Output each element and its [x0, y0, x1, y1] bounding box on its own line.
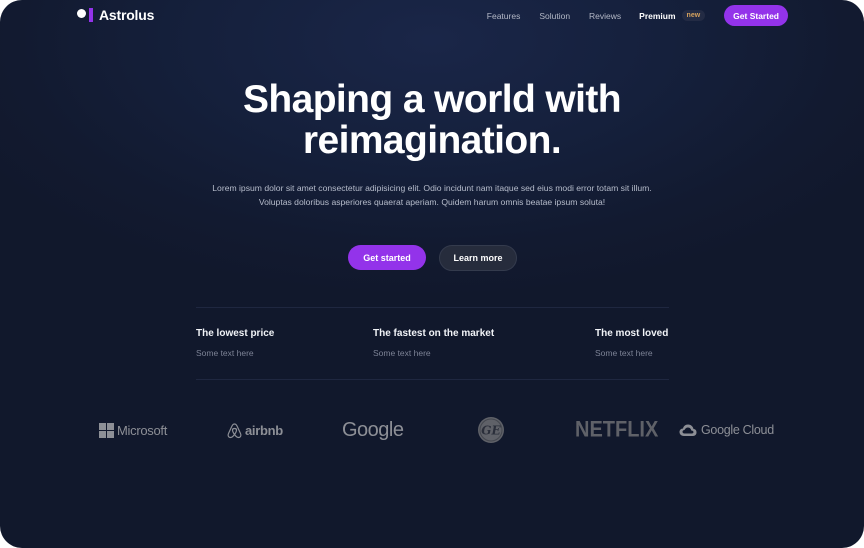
get-started-nav-button[interactable]: Get Started: [724, 5, 788, 26]
google-label: Google: [342, 418, 404, 441]
logo-dot-icon: [77, 8, 86, 18]
feature-item: The most loved Some text here: [595, 328, 668, 358]
feature-title: The most loved: [595, 328, 669, 339]
logo-bar-icon: [89, 8, 93, 22]
top-nav: Features Solution Reviews Premium new Ge…: [468, 5, 788, 26]
airbnb-logo: airbnb: [227, 415, 283, 445]
ge-logo: GE: [477, 415, 505, 445]
nav-link-features[interactable]: Features: [487, 11, 521, 21]
hero-subtitle: Lorem ipsum dolor sit amet consectetur a…: [212, 183, 652, 207]
nav-link-reviews[interactable]: Reviews: [589, 11, 621, 21]
hero-title: Shaping a world with reimagination.: [0, 79, 864, 161]
ge-icon: GE: [478, 417, 504, 443]
landing-page: Astrolus Features Solution Reviews Premi…: [0, 0, 864, 548]
nav-link-premium[interactable]: Premium: [639, 11, 675, 21]
google-logo: Google: [342, 415, 404, 445]
divider-top: [196, 307, 669, 308]
feature-title: The lowest price: [196, 328, 275, 339]
feature-title: The fastest on the market: [373, 328, 495, 339]
hero-actions: Get started Learn more: [348, 245, 517, 271]
netflix-label: NETFLIX: [575, 417, 659, 442]
google-cloud-logo: Google Cloud: [679, 415, 774, 445]
get-started-button[interactable]: Get started: [348, 245, 426, 270]
learn-more-button[interactable]: Learn more: [439, 245, 517, 271]
cloud-icon: [679, 424, 697, 436]
hero-title-line2: reimagination.: [302, 119, 562, 162]
new-badge: new: [681, 10, 706, 21]
airbnb-icon: [227, 422, 242, 438]
svg-text:GE: GE: [481, 424, 501, 438]
hero-title-line1: Shaping a world with: [242, 78, 622, 121]
brand-name: Astrolus: [99, 7, 155, 23]
microsoft-icon: [99, 422, 114, 438]
nav-link-solution[interactable]: Solution: [539, 11, 570, 21]
google-cloud-label: Google Cloud: [701, 423, 774, 437]
feature-item: The lowest price Some text here: [196, 328, 274, 358]
feature-text: Some text here: [373, 348, 431, 358]
feature-text: Some text here: [595, 348, 653, 358]
microsoft-label: Microsoft: [117, 422, 168, 438]
divider-bottom: [196, 379, 669, 380]
feature-text: Some text here: [196, 348, 254, 358]
feature-item: The fastest on the market Some text here: [373, 328, 494, 358]
microsoft-logo: Microsoft: [99, 415, 167, 445]
partner-logos: Microsoft airbnb Google GE NETFLIX Googl…: [0, 415, 864, 445]
airbnb-label: airbnb: [245, 422, 283, 438]
netflix-logo: NETFLIX: [575, 415, 658, 445]
brand-logo[interactable]: Astrolus: [77, 7, 154, 23]
